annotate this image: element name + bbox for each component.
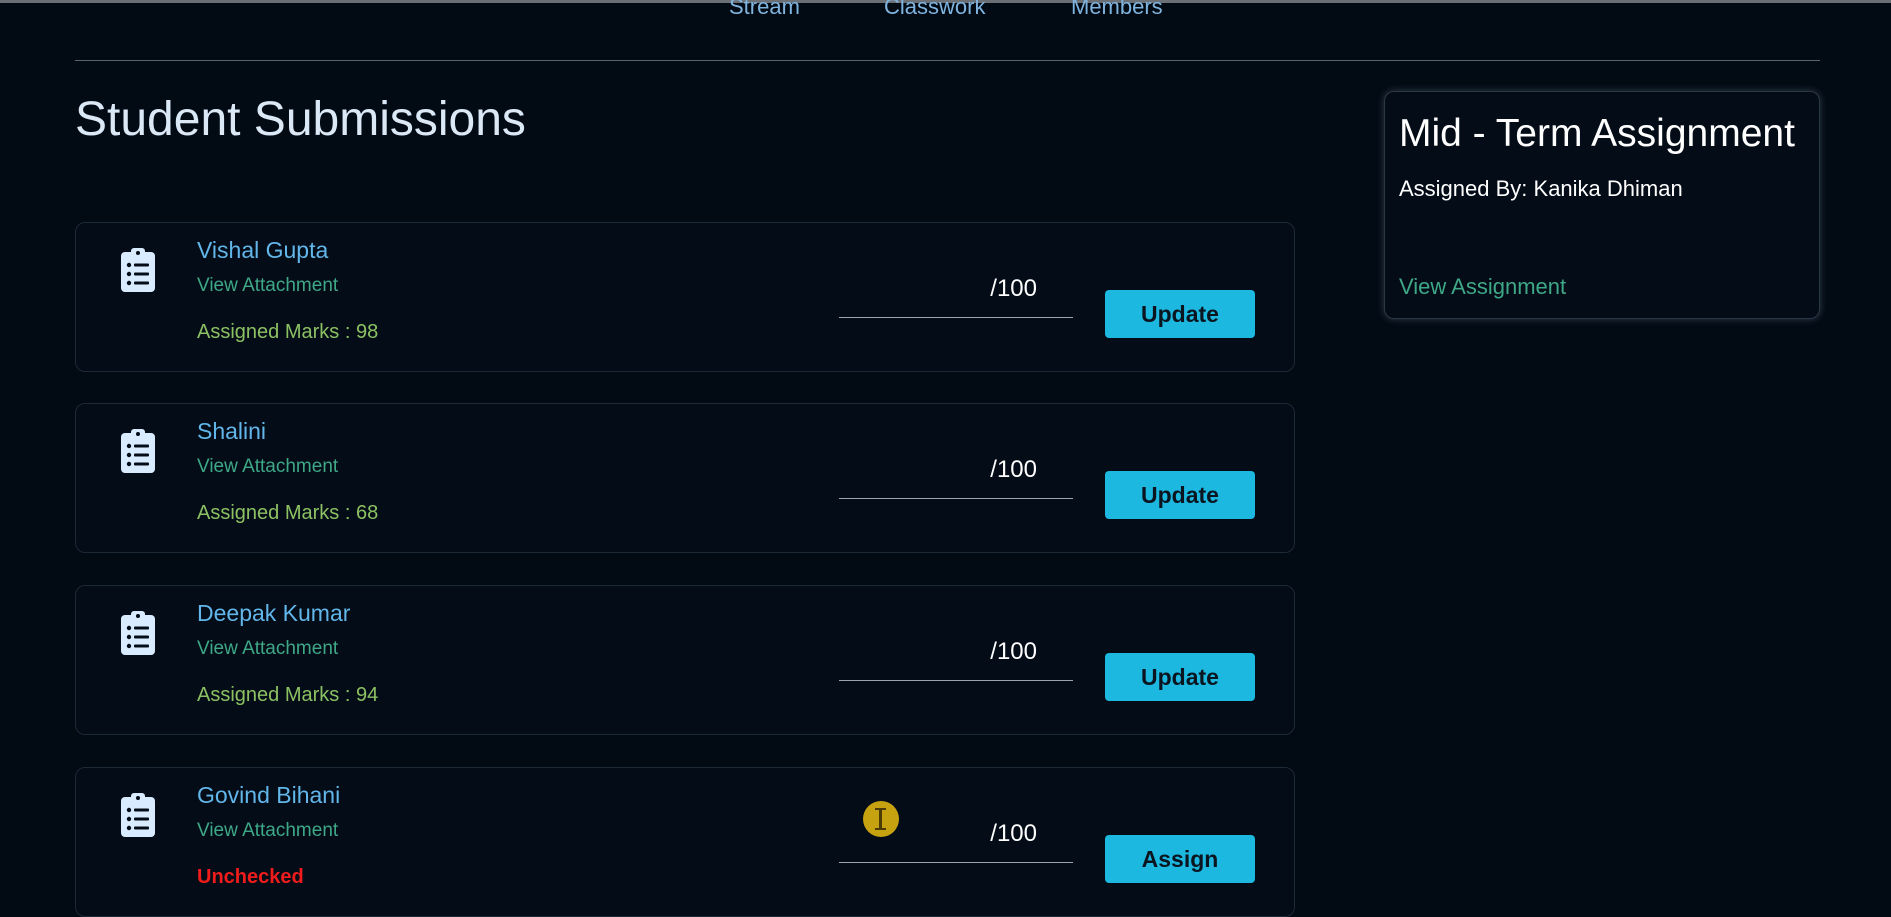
assigned-marks: Assigned Marks : 98 <box>197 321 379 343</box>
max-marks-label: /100 <box>990 456 1037 483</box>
assigned-marks: Assigned Marks : 94 <box>197 684 379 706</box>
update-button[interactable]: Update <box>1105 653 1255 701</box>
view-attachment-link[interactable]: View Attachment <box>197 456 338 478</box>
clipboard-list-icon <box>121 429 155 473</box>
text-cursor-icon <box>863 801 899 837</box>
marks-input[interactable] <box>839 638 983 670</box>
submission-card: Govind Bihani View Attachment Unchecked … <box>75 767 1295 917</box>
assignment-title: Mid - Term Assignment <box>1399 112 1795 155</box>
cursor-beam <box>875 808 886 830</box>
clipboard-list-icon <box>121 611 155 655</box>
nav-divider <box>75 60 1820 61</box>
student-name: Govind Bihani <box>197 782 341 808</box>
view-attachment-link[interactable]: View Attachment <box>197 638 338 660</box>
view-attachment-link[interactable]: View Attachment <box>197 820 338 842</box>
assigned-by: Assigned By: Kanika Dhiman <box>1399 176 1683 201</box>
marks-field: /100 <box>839 263 1073 318</box>
max-marks-label: /100 <box>990 638 1037 665</box>
clipboard-list-icon <box>121 248 155 292</box>
max-marks-label: /100 <box>990 275 1037 302</box>
unchecked-status: Unchecked <box>197 866 304 888</box>
view-assignment-link[interactable]: View Assignment <box>1399 274 1566 300</box>
submission-card: Deepak Kumar View Attachment Assigned Ma… <box>75 585 1295 735</box>
tab-stream[interactable]: Stream <box>729 0 800 20</box>
submission-card: Shalini View Attachment Assigned Marks :… <box>75 403 1295 553</box>
student-name: Deepak Kumar <box>197 600 351 626</box>
update-button[interactable]: Update <box>1105 290 1255 338</box>
tab-members[interactable]: Members <box>1071 0 1163 20</box>
student-name: Vishal Gupta <box>197 237 329 263</box>
student-name: Shalini <box>197 418 267 444</box>
marks-input[interactable] <box>839 820 983 852</box>
view-attachment-link[interactable]: View Attachment <box>197 275 338 297</box>
assign-button[interactable]: Assign <box>1105 835 1255 883</box>
marks-input[interactable] <box>839 456 983 488</box>
marks-field: /100 <box>839 444 1073 499</box>
update-button[interactable]: Update <box>1105 471 1255 519</box>
assigned-marks: Assigned Marks : 68 <box>197 502 379 524</box>
class-nav: Stream Classwork Members <box>0 0 1891 20</box>
tab-classwork[interactable]: Classwork <box>884 0 985 20</box>
marks-field: /100 <box>839 626 1073 681</box>
max-marks-label: /100 <box>990 820 1037 847</box>
submission-card: Vishal Gupta View Attachment Assigned Ma… <box>75 222 1295 372</box>
marks-input[interactable] <box>839 275 983 307</box>
clipboard-list-icon <box>121 793 155 837</box>
assignment-panel: Mid - Term Assignment Assigned By: Kanik… <box>1384 91 1820 319</box>
page-title: Student Submissions <box>75 93 526 146</box>
